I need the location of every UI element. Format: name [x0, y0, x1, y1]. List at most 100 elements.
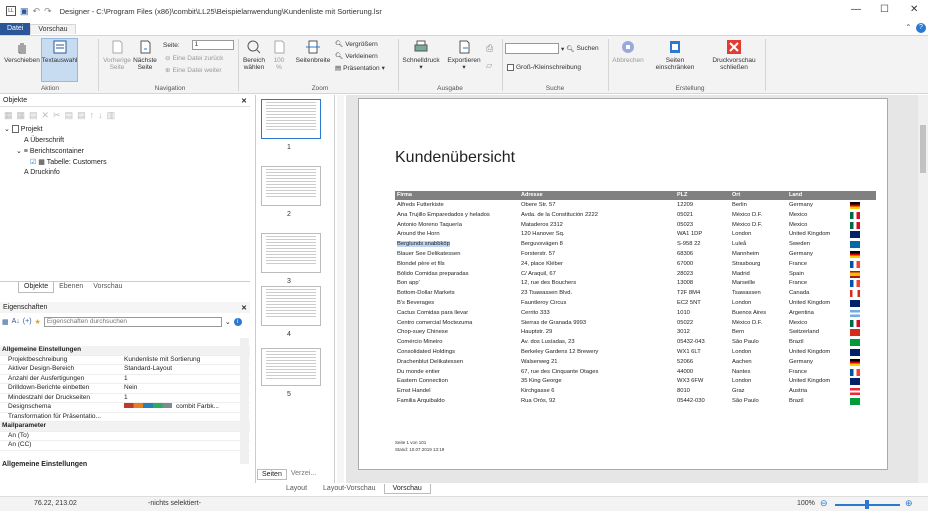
- tab-layout-vorschau[interactable]: Layout-Vorschau: [315, 484, 384, 494]
- undo-icon[interactable]: ↶: [33, 6, 41, 17]
- country-flag-icon: [850, 211, 860, 219]
- tab-objekte[interactable]: Objekte: [18, 282, 55, 293]
- tree-berichtscontainer[interactable]: ⌄ ≡ Berichtscontainer: [16, 147, 84, 155]
- vergroessern-button[interactable]: 🔍︎ Vergrößern: [335, 40, 378, 49]
- help-icon[interactable]: ?: [916, 23, 926, 33]
- bereich-waehlen-button[interactable]: Bereich wählen: [241, 39, 267, 71]
- vorherige-seite-button[interactable]: Vorherige Seite: [103, 39, 131, 71]
- property-value-text: combit Farbk...: [176, 403, 219, 410]
- seite-input[interactable]: 1: [191, 40, 234, 50]
- verschieben-button[interactable]: Verschieben: [3, 39, 41, 64]
- cell-plz: 13008: [677, 280, 694, 287]
- categorized-icon[interactable]: ▦: [2, 318, 9, 326]
- info-icon[interactable]: i: [233, 317, 242, 326]
- page-thumbnail[interactable]: [261, 348, 321, 386]
- eine-datei-weiter[interactable]: ⊕ Eine Datei weiter: [165, 66, 222, 75]
- properties-scrollbar[interactable]: [240, 338, 249, 464]
- cell-land: Switzerland: [789, 329, 819, 336]
- cell-plz: 68306: [677, 251, 694, 257]
- close-icon[interactable]: ✕: [241, 97, 247, 105]
- exportieren-button[interactable]: Exportieren ▾: [444, 39, 484, 71]
- tab-layout[interactable]: Layout: [278, 484, 315, 494]
- minimize-button[interactable]: —: [851, 4, 861, 15]
- checkbox-icon: ☑: [30, 159, 37, 166]
- page-thumbnail[interactable]: [261, 166, 321, 206]
- country-flag-icon: [850, 290, 860, 298]
- save-icon[interactable]: ▣: [20, 6, 29, 17]
- cell-adresse: Forsterstr. 57: [521, 251, 556, 257]
- expand-icon[interactable]: (+): [23, 318, 32, 325]
- naechste-seite-button[interactable]: Nächste Seite: [131, 39, 159, 71]
- tab-vorschau-view[interactable]: Vorschau: [383, 484, 431, 494]
- cell-land: Austria: [789, 388, 808, 395]
- tree-projekt[interactable]: ⌄ Projekt: [4, 125, 43, 134]
- property-row[interactable]: Anzahl der Ausfertigungen 1: [0, 375, 250, 384]
- page-thumbnail[interactable]: [261, 99, 321, 139]
- preview-scrollbar[interactable]: [918, 95, 928, 483]
- property-row[interactable]: Mindestzahl der Druckseiten 1: [0, 394, 250, 403]
- tab-verzeichnis[interactable]: Verzei...: [287, 469, 320, 480]
- cell-ort: London: [732, 378, 752, 385]
- tree-druckinfo[interactable]: A Druckinfo: [24, 169, 60, 176]
- zoom-out-icon[interactable]: ⊖: [820, 498, 828, 509]
- property-row[interactable]: Designschema combit Farbk...: [0, 403, 250, 413]
- zoom-in-icon[interactable]: ⊕: [905, 498, 913, 509]
- cell-firma: Alfreds Futterkiste: [397, 202, 444, 208]
- abbrechen-button[interactable]: Abbrechen: [612, 39, 644, 64]
- schnelldruck-button[interactable]: Schnelldruck ▾: [401, 39, 441, 71]
- send-icon[interactable]: ▱: [486, 61, 492, 70]
- zoom-100-button[interactable]: 100 %: [268, 39, 290, 71]
- cell-adresse: Av. dos Lusíadas, 23: [521, 339, 575, 346]
- color-swatch-icon: [124, 403, 172, 408]
- property-row[interactable]: An (To): [0, 432, 250, 441]
- sort-az-icon[interactable]: A↓: [12, 318, 20, 325]
- toolbar-icons[interactable]: ▦▦▤✕✂▤▤↑↓▥: [4, 110, 119, 120]
- header-ort: Ort: [732, 192, 741, 198]
- thumb-scrollbar[interactable]: [337, 95, 344, 483]
- thumb-line: [266, 257, 316, 258]
- property-row[interactable]: Projektbeschreibung Kundenliste mit Sorti…: [0, 356, 250, 365]
- print-icon[interactable]: ⎙: [486, 43, 493, 54]
- property-row[interactable]: Transformation für Präsentatio...: [0, 413, 250, 422]
- property-row[interactable]: Aktiver Design-Bereich Standard-Layout: [0, 365, 250, 375]
- tab-seiten[interactable]: Seiten: [257, 469, 287, 480]
- seitenbreite-button[interactable]: Seitenbreite: [291, 39, 335, 64]
- maximize-button[interactable]: ☐: [880, 4, 889, 15]
- tree-tabelle[interactable]: ☑ ▦ Tabelle: Customers: [30, 158, 107, 166]
- gross-klein-checkbox[interactable]: Groß-/Kleinschreibung: [507, 64, 581, 71]
- tab-vorschau[interactable]: Vorschau: [30, 23, 76, 34]
- tab-ebenen[interactable]: Ebenen: [54, 282, 88, 293]
- chevron-down-icon: ⌄ ≡: [16, 148, 28, 155]
- verkleinern-button[interactable]: 🔍︎ Verkleinern: [335, 52, 378, 61]
- zoom-slider-thumb[interactable]: [865, 500, 869, 509]
- property-category[interactable]: Allgemeine Einstellungen: [0, 346, 250, 356]
- tab-datei[interactable]: Datei: [0, 22, 31, 35]
- cell-plz: WX3 6FW: [677, 378, 704, 385]
- country-flag-icon: [850, 251, 860, 258]
- property-category[interactable]: Mailparameter: [0, 422, 250, 432]
- tab-vorschau-panel[interactable]: Vorschau: [88, 282, 127, 293]
- redo-icon[interactable]: ↷: [44, 6, 52, 17]
- textauswahl-button[interactable]: Textauswahl: [41, 38, 78, 82]
- property-row[interactable]: Drilldown-Berichte einbetten Nein: [0, 384, 250, 394]
- property-row[interactable]: An (CC): [0, 441, 250, 451]
- scrollbar-thumb[interactable]: [920, 125, 926, 173]
- properties-search-input[interactable]: [43, 316, 222, 327]
- country-flag-icon: [850, 221, 860, 229]
- page-thumbnail[interactable]: [261, 233, 321, 273]
- tree-ueberschrift[interactable]: A Überschrift: [24, 137, 64, 144]
- praesentation-button[interactable]: ▤ Präsentation ▾: [335, 64, 385, 73]
- page-thumbnail[interactable]: [261, 286, 321, 326]
- close-icon[interactable]: ✕: [241, 304, 247, 312]
- page-limit-icon: [667, 39, 683, 55]
- druckvorschau-schliessen-button[interactable]: Druckvorschau schließen: [708, 39, 760, 71]
- seiten-einschraenken-button[interactable]: Seiten einschränken: [652, 39, 698, 71]
- close-button[interactable]: ✕: [910, 4, 918, 15]
- cell-plz: 05442-030: [677, 398, 705, 404]
- collapse-ribbon-icon[interactable]: ⌃: [905, 23, 912, 32]
- cell-firma: Consolidated Holdings: [397, 349, 456, 355]
- eine-datei-zurueck[interactable]: ⊖ Eine Datei zurück: [165, 54, 223, 63]
- suchen-button[interactable]: Suchen: [577, 45, 599, 52]
- favorite-star-icon[interactable]: ★: [35, 318, 41, 326]
- search-input[interactable]: [505, 43, 559, 54]
